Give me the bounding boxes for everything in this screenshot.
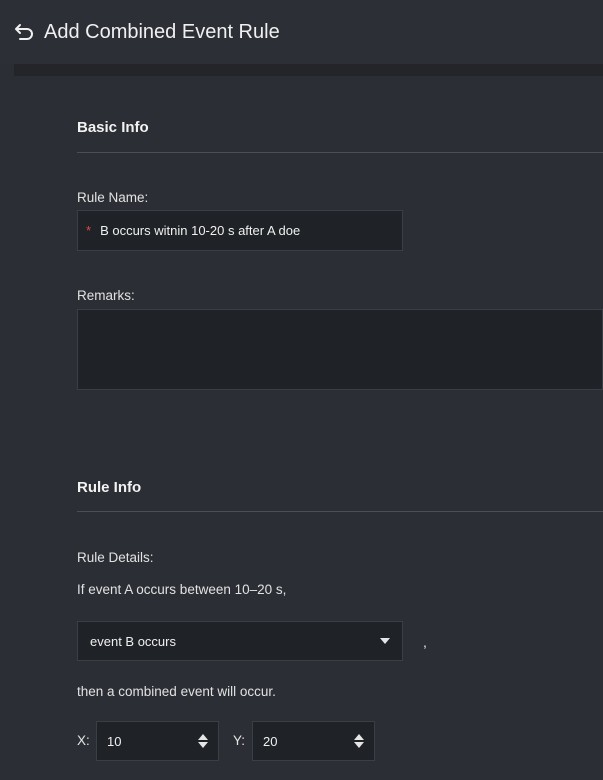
rule-sentence-2: then a combined event will occur.	[77, 684, 276, 699]
x-label: X:	[77, 733, 90, 748]
y-stepper[interactable]: 20	[252, 721, 375, 761]
rule-info-heading: Rule Info	[77, 479, 142, 496]
rule-details-label: Rule Details:	[77, 550, 154, 565]
chevron-down-icon	[380, 638, 390, 644]
rule-name-value: B occurs witnin 10-20 s after A doe	[100, 223, 301, 238]
basic-info-divider	[77, 152, 603, 153]
rule-info-divider	[77, 511, 603, 512]
rule-name-label: Rule Name:	[77, 190, 149, 205]
title-bar: Add Combined Event Rule	[0, 0, 603, 64]
spinner-icon[interactable]	[198, 734, 208, 748]
rule-name-input[interactable]: * B occurs witnin 10-20 s after A doe	[77, 210, 403, 251]
event-select[interactable]: event B occurs	[77, 621, 403, 661]
rule-sentence-1: If event A occurs between 10–20 s,	[77, 582, 287, 597]
y-label: Y:	[233, 733, 246, 748]
y-value: 20	[263, 733, 278, 749]
x-value: 10	[107, 733, 122, 749]
remarks-textarea[interactable]	[77, 309, 603, 390]
comma-text: ,	[423, 634, 427, 650]
spinner-icon[interactable]	[354, 734, 364, 748]
page-title: Add Combined Event Rule	[44, 20, 280, 43]
remarks-label: Remarks:	[77, 288, 135, 303]
basic-info-heading: Basic Info	[77, 119, 149, 136]
back-arrow-icon[interactable]	[14, 21, 36, 43]
header-divider	[14, 64, 603, 76]
form-content: Basic Info Rule Name: * B occurs witnin …	[14, 76, 603, 780]
event-select-value: event B occurs	[90, 633, 176, 649]
required-mark: *	[86, 223, 92, 238]
x-stepper[interactable]: 10	[96, 721, 219, 761]
